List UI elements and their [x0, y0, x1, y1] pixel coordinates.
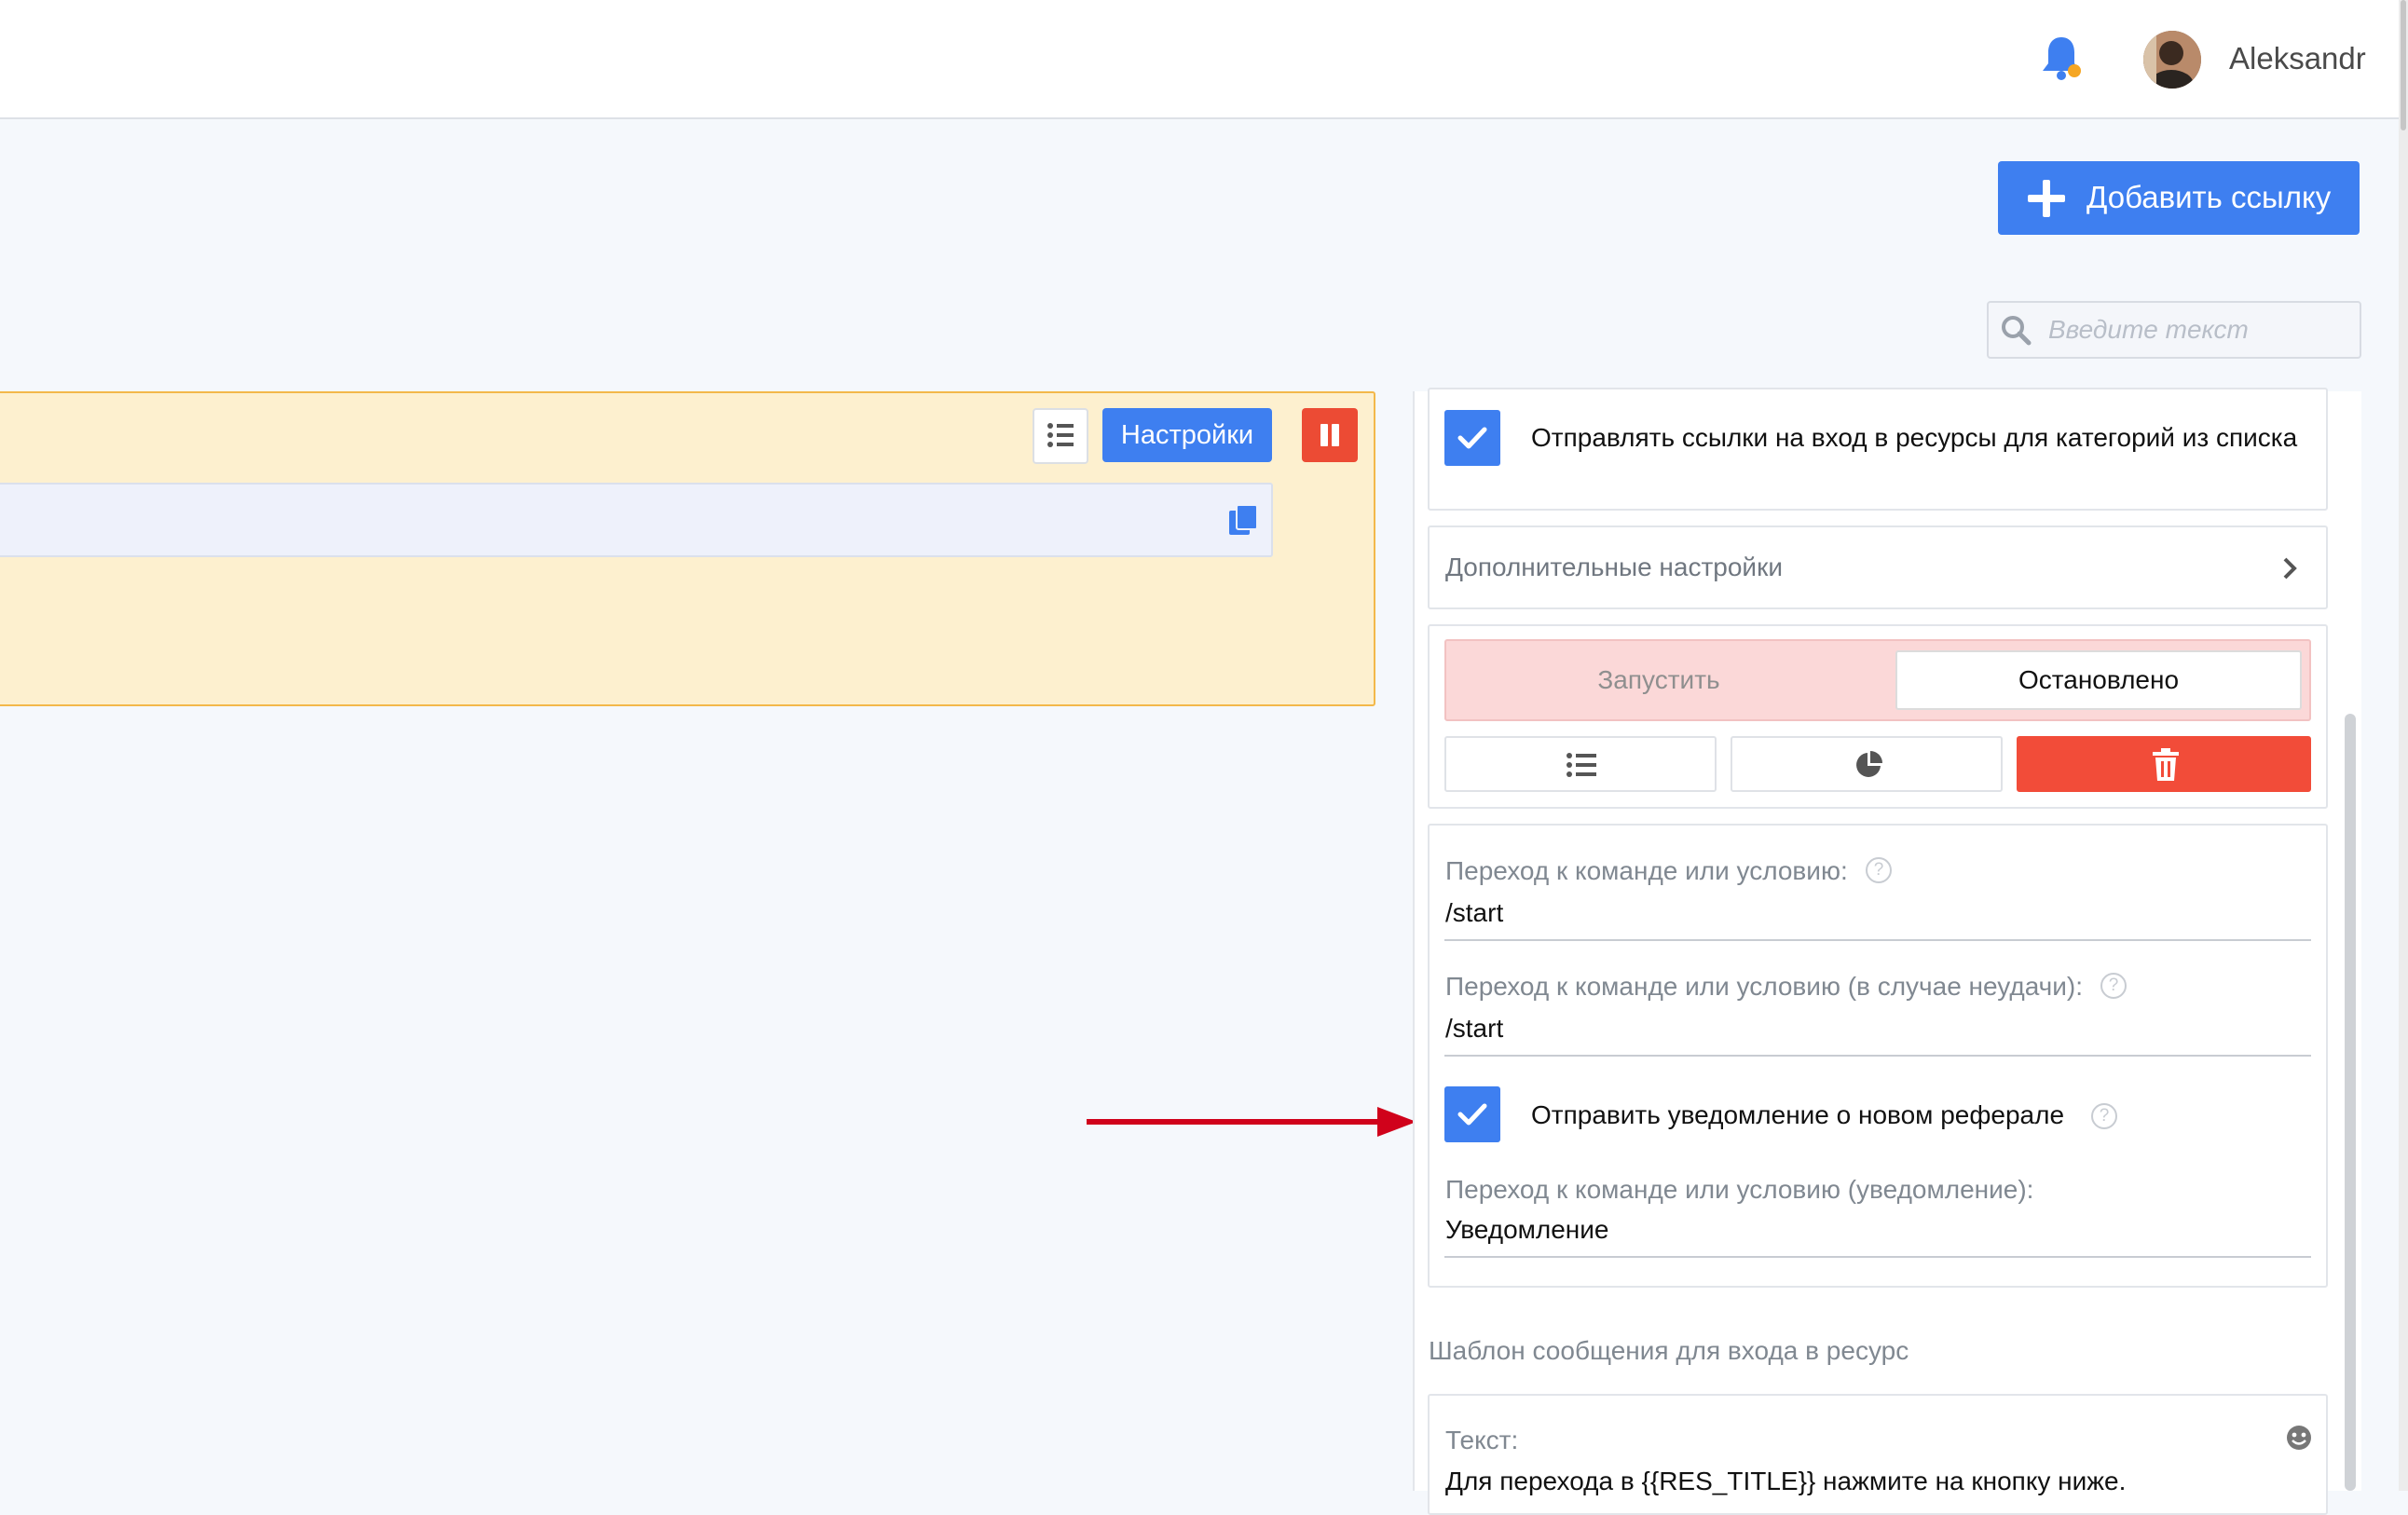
fail-command-value[interactable]: /start: [1445, 1014, 1503, 1044]
search-icon: [2002, 316, 2032, 346]
command-value[interactable]: /start: [1445, 898, 1503, 928]
search-placeholder: Введите текст: [2048, 315, 2249, 344]
start-button[interactable]: Запустить: [1444, 665, 1873, 695]
check-icon: [1457, 1103, 1487, 1126]
pause-icon-bar: [1332, 424, 1339, 446]
command-label: Переход к команде или условию:: [1445, 856, 1848, 885]
help-icon[interactable]: ?: [1866, 857, 1892, 883]
avatar[interactable]: [2143, 31, 2201, 89]
notify-command-underline: [1444, 1256, 2311, 1258]
chevron-right-icon: [2283, 557, 2297, 580]
help-icon[interactable]: ?: [2091, 1103, 2117, 1129]
list-button[interactable]: [1033, 408, 1088, 464]
pause-button[interactable]: [1302, 408, 1358, 462]
list-icon: [1567, 753, 1596, 777]
trash-icon: [2153, 748, 2179, 781]
pie-chart-icon: [1856, 751, 1882, 777]
top-bar: Aleksandr: [0, 0, 2399, 119]
pause-icon: [1320, 424, 1328, 446]
settings-button[interactable]: Настройки: [1102, 408, 1272, 462]
notify-checkbox[interactable]: [1444, 1086, 1500, 1142]
panel-scrollbar-thumb[interactable]: [2345, 714, 2356, 1491]
help-icon[interactable]: ?: [2100, 973, 2127, 999]
stopped-state[interactable]: Остановлено: [1895, 650, 2302, 710]
emoji-icon[interactable]: [2285, 1424, 2313, 1452]
page-scrollbar[interactable]: [2399, 0, 2408, 1491]
notify-label: Отправить уведомление о новом реферале: [1531, 1100, 2065, 1129]
delete-action-button[interactable]: [2017, 736, 2311, 792]
extra-settings-label: Дополнительные настройки: [1445, 553, 1783, 581]
text-label: Текст:: [1445, 1426, 1519, 1454]
notify-command-value[interactable]: Уведомление: [1445, 1215, 1608, 1245]
check-icon: [1457, 427, 1487, 449]
template-title: Шаблон сообщения для входа в ресурс: [1429, 1336, 1909, 1365]
annotation-arrow: [1087, 1107, 1416, 1137]
user-name[interactable]: Aleksandr: [2229, 41, 2366, 76]
list-action-button[interactable]: [1444, 736, 1717, 792]
text-value[interactable]: Для перехода в {{RES_TITLE}} нажмите на …: [1445, 1467, 2126, 1496]
copy-icon[interactable]: [1227, 503, 1259, 537]
list-icon: [1047, 423, 1074, 447]
link-url-field[interactable]: [0, 483, 1273, 557]
stats-action-button[interactable]: [1731, 736, 2003, 792]
search-input[interactable]: Введите текст: [1987, 301, 2361, 359]
plus-icon: [2028, 180, 2065, 217]
page-scrollbar-thumb[interactable]: [2401, 0, 2406, 130]
send-links-label: Отправлять ссылки на вход в ресурсы для …: [1531, 423, 2298, 452]
send-links-checkbox[interactable]: [1444, 410, 1500, 466]
command-underline: [1444, 939, 2311, 941]
fail-command-underline: [1444, 1055, 2311, 1057]
bell-icon[interactable]: [2039, 34, 2084, 82]
add-link-button[interactable]: Добавить ссылку: [1998, 161, 2360, 235]
notify-command-label: Переход к команде или условию (уведомлен…: [1445, 1175, 2034, 1204]
template-box: [1428, 1394, 2328, 1515]
add-link-label: Добавить ссылку: [2086, 180, 2332, 214]
fail-command-label: Переход к команде или условию (в случае …: [1445, 972, 2083, 1001]
